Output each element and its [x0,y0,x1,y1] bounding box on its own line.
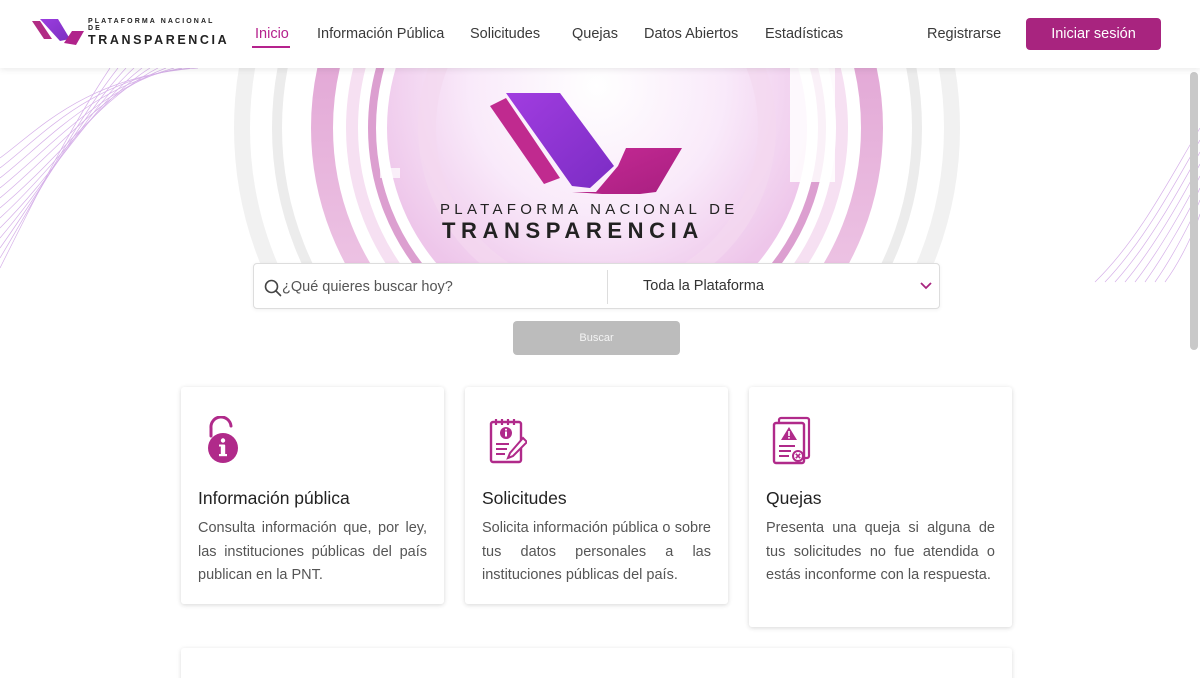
search-input[interactable] [282,274,602,300]
search-scope-value: Toda la Plataforma [643,278,764,294]
logo[interactable]: PLATAFORMA NACIONAL DE TRANSPARENCIA [30,16,227,48]
next-section-card [181,648,1012,678]
card-informacion-publica[interactable]: Información pública Consulta información… [181,387,444,604]
request-document-icon [489,419,527,464]
card-quejas[interactable]: Quejas Presenta una queja si alguna de t… [749,387,1012,627]
card-solicitudes[interactable]: Solicitudes Solicita información pública… [465,387,728,604]
active-nav-indicator [252,46,290,48]
nav-item-estadisticas[interactable]: Estadísticas [765,25,843,43]
register-link[interactable]: Registrarse [927,25,1001,43]
login-button[interactable]: Iniciar sesión [1026,18,1161,50]
hero-banner: PLATAFORMA NACIONAL DE TRANSPARENCIA [0,68,1200,288]
hero-background [0,68,1200,288]
site-header: PLATAFORMA NACIONAL DE TRANSPARENCIA Ini… [0,0,1200,68]
nav-item-solicitudes[interactable]: Solicitudes [470,25,540,43]
hero-title-line2: TRANSPARENCIA [442,218,704,243]
nav-item-datos-abiertos[interactable]: Datos Abiertos [644,25,738,43]
unlocked-info-icon [208,416,238,463]
card-title: Solicitudes [482,488,567,508]
page-scrollbar[interactable] [1190,72,1198,350]
hero-title-line1: PLATAFORMA NACIONAL DE [440,201,739,218]
logo-line1: PLATAFORMA NACIONAL DE [88,17,215,32]
search-button[interactable]: Buscar [513,321,680,355]
pnt-logo-icon [32,19,84,45]
search-icon [264,279,282,297]
chevron-down-icon [920,282,932,290]
card-description: Presenta una queja si alguna de tus soli… [766,520,995,583]
card-title: Información pública [198,488,350,508]
card-description: Consulta información que, por ley, las i… [198,520,427,583]
search-bar: Toda la Plataforma [253,263,940,309]
complaint-document-icon [772,416,811,465]
nav-item-quejas[interactable]: Quejas [572,25,618,43]
nav-item-inicio[interactable]: Inicio [255,25,289,43]
nav-item-informacion-publica[interactable]: Información Pública [317,25,444,43]
search-scope-select[interactable]: Toda la Plataforma [608,264,940,310]
logo-line2: TRANSPARENCIA [88,32,230,47]
card-description: Solicita información pública o sobre tus… [482,520,711,583]
card-title: Quejas [766,488,822,508]
